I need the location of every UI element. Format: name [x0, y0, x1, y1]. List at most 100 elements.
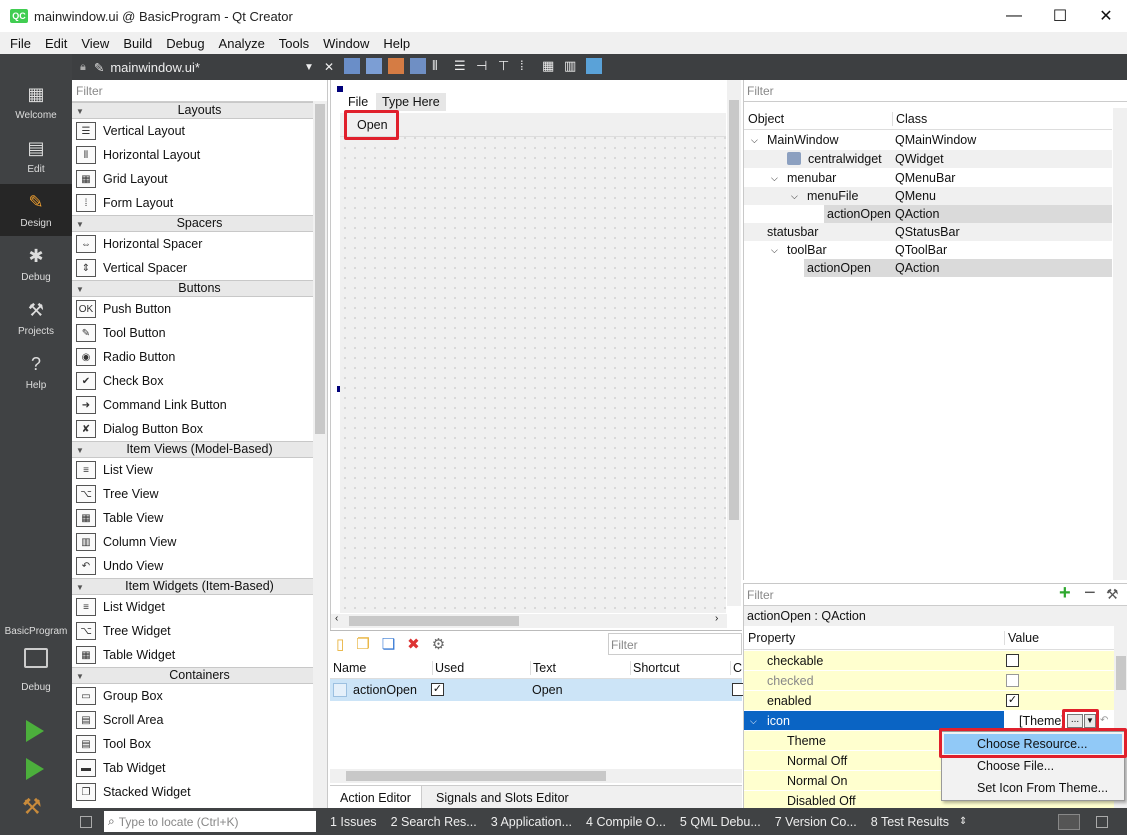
mode-help[interactable]: ? Help	[0, 346, 72, 398]
widget-filter-input[interactable]: Filter	[72, 80, 327, 102]
break-layout-icon[interactable]: ▥	[564, 58, 580, 74]
col-used[interactable]: Used	[432, 661, 464, 675]
tree-row-menubar[interactable]: ⌵ menubar QMenuBar	[744, 169, 1112, 187]
tree-row-actionopen-toolbar[interactable]: actionOpen QAction	[804, 259, 1112, 277]
edit-buddies-icon[interactable]	[388, 58, 404, 74]
pane-version-control[interactable]: 7 Version Co...	[775, 815, 857, 829]
mode-edit[interactable]: ▤ Edit	[0, 130, 72, 182]
chevron-down-icon[interactable]: ▼	[304, 62, 314, 73]
widget-item[interactable]: ❐ Stacked Widget	[72, 780, 327, 804]
widget-category-header[interactable]: Buttons	[72, 280, 327, 297]
action-used-checkbox[interactable]: ✓	[431, 683, 444, 696]
menu-debug[interactable]: Debug	[159, 36, 211, 51]
tab-signals-slots[interactable]: Signals and Slots Editor	[426, 786, 579, 810]
mode-welcome[interactable]: ▦ Welcome	[0, 76, 72, 128]
run-icon[interactable]	[26, 720, 44, 742]
tree-row-actionopen-menu[interactable]: actionOpen QAction	[824, 205, 1112, 223]
chevron-left-icon[interactable]: ‹	[335, 613, 338, 624]
col-shortcut[interactable]: Shortcut	[630, 661, 680, 675]
tree-row-menufile[interactable]: ⌵ menuFile QMenu	[744, 187, 1112, 205]
col-object[interactable]: Object	[748, 112, 784, 126]
object-filter-input[interactable]: Filter	[744, 80, 1127, 102]
action-horizontal-scrollbar[interactable]	[330, 769, 742, 783]
widget-item[interactable]: ▦ Table Widget	[72, 643, 327, 667]
adjust-size-icon[interactable]	[586, 58, 602, 74]
col-class[interactable]: Class	[892, 112, 927, 126]
copy-action-icon[interactable]: ❐	[356, 635, 369, 653]
toggle-right-sidebar-icon[interactable]	[1096, 815, 1108, 828]
scrollbar-thumb[interactable]	[346, 771, 606, 781]
widget-category-header[interactable]: Item Views (Model-Based)	[72, 441, 327, 458]
menu-set-icon-from-theme[interactable]: Set Icon From Theme...	[944, 778, 1122, 798]
chevron-down-icon[interactable]: ⌵	[750, 711, 757, 731]
edit-tab-order-icon[interactable]	[410, 58, 426, 74]
col-value[interactable]: Value	[1004, 631, 1039, 645]
widget-item[interactable]: ✘ Dialog Button Box	[72, 417, 327, 441]
widget-item[interactable]: ↶ Undo View	[72, 554, 327, 578]
pane-issues[interactable]: 1 Issues	[330, 815, 377, 829]
col-checkable[interactable]: C	[730, 661, 742, 675]
mode-debug[interactable]: ✱ Debug	[0, 238, 72, 290]
widget-item[interactable]: ⇔ Horizontal Spacer	[72, 232, 327, 256]
new-action-icon[interactable]: ▯	[336, 635, 344, 653]
wrench-icon[interactable]: ⚒	[1106, 586, 1119, 603]
layout-splitter-h-icon[interactable]: ⊣	[476, 58, 492, 74]
layout-splitter-v-icon[interactable]: ⊤	[498, 58, 514, 74]
widget-item[interactable]: ⇕ Vertical Spacer	[72, 256, 327, 280]
debug-run-icon[interactable]	[26, 758, 44, 780]
col-property[interactable]: Property	[748, 631, 795, 645]
edit-signals-icon[interactable]	[366, 58, 382, 74]
close-document-icon[interactable]: ✕	[324, 60, 334, 74]
widget-item[interactable]: ≡ List View	[72, 458, 327, 482]
chevron-right-icon[interactable]: ›	[715, 613, 718, 624]
canvas-vertical-scrollbar[interactable]	[727, 80, 741, 606]
tree-row-centralwidget[interactable]: centralwidget QWidget	[744, 150, 1112, 168]
pane-compile-output[interactable]: 4 Compile O...	[586, 815, 666, 829]
selection-handle[interactable]	[337, 86, 343, 92]
widget-item[interactable]: ⌥ Tree Widget	[72, 619, 327, 643]
layout-grid-icon[interactable]: ▦	[542, 58, 558, 74]
widget-item[interactable]: ✔ Check Box	[72, 369, 327, 393]
widget-item[interactable]: ⦀ Horizontal Layout	[72, 143, 327, 167]
close-button[interactable]: ✕	[1083, 0, 1127, 32]
form-menu-file[interactable]: File	[348, 95, 368, 109]
canvas-horizontal-scrollbar[interactable]: ‹ ›	[331, 613, 727, 628]
pane-qml-debugger[interactable]: 5 QML Debu...	[680, 815, 761, 829]
form-menu-type-here[interactable]: Type Here	[376, 93, 446, 111]
mode-projects[interactable]: ⚒ Projects	[0, 292, 72, 344]
delete-action-icon[interactable]: ✖	[407, 635, 420, 653]
locator-input[interactable]: ⌕ Type to locate (Ctrl+K)	[104, 811, 316, 832]
chevron-down-icon[interactable]: ⌵	[791, 187, 798, 205]
pane-search-results[interactable]: 2 Search Res...	[391, 815, 477, 829]
layout-form-icon[interactable]: ⁞	[520, 58, 536, 74]
scrollbar-thumb[interactable]	[1116, 656, 1126, 690]
mode-design[interactable]: ✎ Design	[0, 184, 72, 236]
build-hammer-icon[interactable]: ⚒	[22, 794, 42, 820]
widget-item[interactable]: ◉ Radio Button	[72, 345, 327, 369]
monitor-icon[interactable]	[24, 648, 48, 668]
menu-window[interactable]: Window	[316, 36, 376, 51]
menu-analyze[interactable]: Analyze	[212, 36, 272, 51]
menu-file[interactable]: File	[0, 36, 38, 51]
chevron-updown-icon[interactable]: ⇕	[959, 816, 967, 827]
maximize-button[interactable]: ☐	[1037, 0, 1083, 32]
enabled-checkbox[interactable]: ✓	[1006, 694, 1019, 707]
widget-item[interactable]: ▥ Column View	[72, 530, 327, 554]
minus-icon[interactable]: −	[1084, 582, 1096, 605]
widget-item[interactable]: ⌥ Tree View	[72, 482, 327, 506]
widget-category-header[interactable]: Layouts	[72, 102, 327, 119]
col-text[interactable]: Text	[530, 661, 556, 675]
widget-box-scrollbar[interactable]	[313, 101, 327, 808]
tree-row-statusbar[interactable]: statusbar QStatusBar	[744, 223, 1112, 241]
paste-action-icon[interactable]: ❏	[382, 635, 395, 653]
col-name[interactable]: Name	[333, 661, 366, 675]
widget-item[interactable]: OK Push Button	[72, 297, 327, 321]
menu-tools[interactable]: Tools	[272, 36, 316, 51]
menu-edit[interactable]: Edit	[38, 36, 74, 51]
property-row-enabled[interactable]: enabled ✓	[744, 691, 1114, 711]
tree-row-mainwindow[interactable]: ⌵ MainWindow QMainWindow	[744, 131, 1112, 149]
tab-action-editor[interactable]: Action Editor	[330, 786, 422, 810]
property-row-checked[interactable]: checked	[744, 671, 1114, 691]
checkable-checkbox[interactable]	[1006, 654, 1019, 667]
open-document-combo[interactable]: mainwindow.ui*	[110, 60, 200, 75]
